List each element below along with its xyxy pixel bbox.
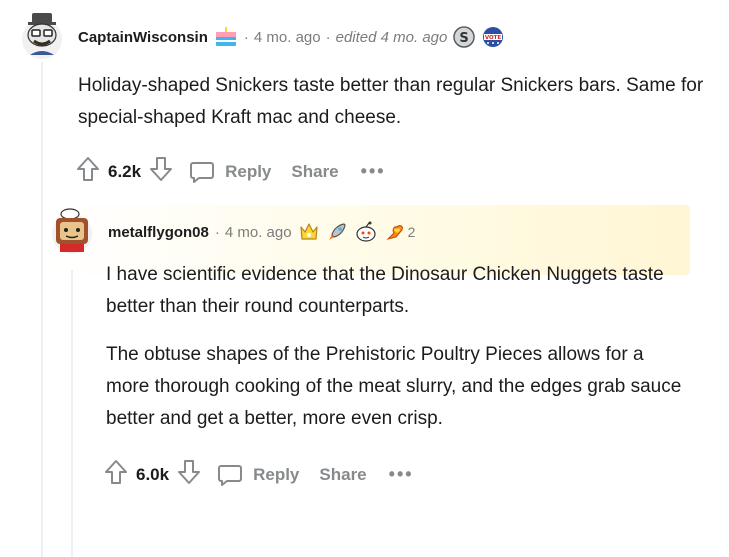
comment-actions: 6.0k Reply Share •••: [104, 459, 690, 490]
comment-actions: 6.2k Reply Share •••: [76, 156, 720, 187]
comment-meta: · 4 mo. ago · edited 4 mo. ago: [243, 28, 448, 46]
reply-button[interactable]: Reply: [189, 160, 271, 184]
reply-button[interactable]: Reply: [217, 463, 299, 487]
comment-body: Holiday-shaped Snickers taste better tha…: [78, 70, 708, 134]
reply-label: Reply: [253, 464, 300, 484]
award-count: 2: [407, 224, 416, 240]
comment-paragraph: The obtuse shapes of the Prehistoric Pou…: [106, 344, 682, 429]
comment-header: CaptainWisconsin · 4 mo. ago · edited 4 …: [20, 10, 720, 64]
crown-award-icon[interactable]: [298, 221, 320, 243]
username[interactable]: CaptainWisconsin: [78, 29, 208, 46]
comment-paragraph: Holiday-shaped Snickers taste better tha…: [78, 75, 704, 128]
share-button[interactable]: Share: [287, 162, 338, 182]
comment-captainwisconsin: CaptainWisconsin · 4 mo. ago · edited 4 …: [20, 10, 720, 187]
upvote-icon[interactable]: [76, 156, 100, 187]
more-options-icon[interactable]: •••: [361, 161, 386, 182]
svg-text:S: S: [460, 31, 469, 46]
timestamp[interactable]: 4 mo. ago: [254, 29, 321, 46]
share-label: Share: [319, 464, 367, 484]
timestamp[interactable]: 4 mo. ago: [225, 224, 292, 241]
heart-hand-award-icon[interactable]: [384, 221, 406, 243]
share-button[interactable]: Share: [315, 465, 366, 485]
reply-label: Reply: [225, 161, 272, 181]
username[interactable]: metalflygon08: [108, 224, 209, 241]
comment-metalflygon08: metalflygon08 · 4 mo. ago 2 I have scien…: [50, 205, 690, 490]
comment-meta: · 4 mo. ago: [214, 223, 292, 241]
comment-body: I have scientific evidence that the Dino…: [106, 259, 686, 435]
more-options-icon[interactable]: •••: [389, 464, 414, 485]
reply-icon: [218, 464, 243, 486]
vote-badge-icon[interactable]: VOTE: [481, 26, 505, 48]
vote-count: 6.2k: [108, 161, 142, 181]
avatar[interactable]: [20, 13, 64, 59]
downvote-icon[interactable]: [177, 459, 201, 490]
svg-text:VOTE: VOTE: [485, 35, 502, 41]
comment-paragraph: I have scientific evidence that the Dino…: [106, 264, 664, 317]
snoo-award-icon[interactable]: [354, 221, 378, 243]
comment-header: metalflygon08 · 4 mo. ago 2: [50, 205, 690, 259]
downvote-icon[interactable]: [149, 156, 173, 187]
reply-icon: [190, 161, 215, 183]
vote-count: 6.0k: [136, 464, 170, 484]
share-label: Share: [291, 161, 339, 181]
upvote-icon[interactable]: [104, 459, 128, 490]
edited-timestamp: edited 4 mo. ago: [335, 28, 448, 46]
avatar[interactable]: [50, 208, 94, 254]
silver-coin-icon[interactable]: S: [453, 26, 476, 48]
rocket-award-icon[interactable]: [326, 221, 348, 243]
cake-icon: [214, 26, 238, 48]
